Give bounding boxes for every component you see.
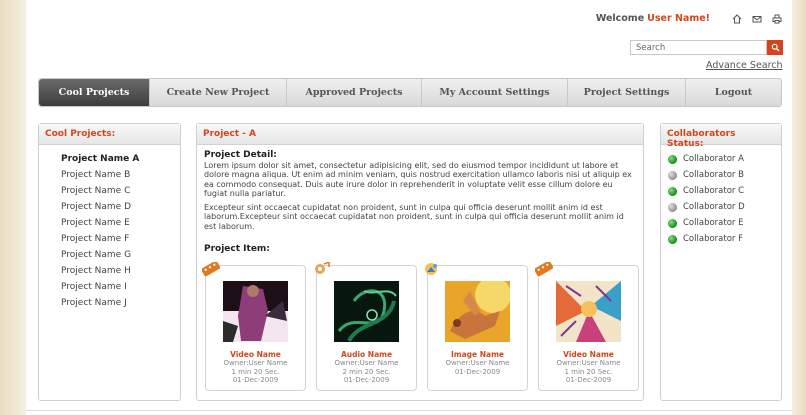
project-item-card[interactable]: Video Name Owner:User Name 1 min 20 Sec.… (535, 262, 639, 391)
collaborator-name: Collaborator F (683, 234, 743, 244)
image-thumbnail[interactable] (445, 281, 510, 342)
collaborator-item[interactable]: Collaborator A (668, 151, 781, 167)
project-item-card[interactable]: Video Name Owner:User Name 1 min 20 Sec.… (202, 262, 306, 391)
project-item-label: Project Item: (204, 244, 270, 254)
print-icon[interactable] (772, 14, 782, 24)
home-icon[interactable] (732, 13, 742, 24)
project-detail-panel: Project - A Project Detail: Lorem ipsum … (196, 123, 644, 401)
project-list-item[interactable]: Project Name C (61, 183, 180, 199)
offline-status-icon (668, 202, 677, 212)
online-status-icon (668, 234, 677, 244)
tab-my-account-settings[interactable]: My Account Settings (422, 79, 568, 106)
project-items: Video Name Owner:User Name 1 min 20 Sec.… (202, 262, 639, 391)
projects-panel: Cool Projects: Project Name A Project Na… (38, 123, 181, 401)
item-duration: 1 min 20 Sec. (564, 367, 613, 376)
item-owner: Owner:User Name (223, 359, 288, 367)
project-list-item[interactable]: Project Name G (61, 247, 180, 263)
tab-cool-projects[interactable]: Cool Projects (39, 79, 150, 106)
project-item-card[interactable]: Audio Name Owner:User Name 2 min 20 Sec.… (315, 262, 417, 391)
video-thumbnail[interactable] (556, 281, 621, 342)
audio-icon (315, 262, 330, 274)
item-name[interactable]: Audio Name (317, 350, 416, 359)
online-status-icon (668, 186, 677, 196)
film-icon (202, 262, 220, 276)
project-list: Project Name A Project Name B Project Na… (39, 145, 180, 311)
collaborator-item[interactable]: Collaborator B (668, 167, 781, 183)
page-background-right (792, 0, 806, 415)
collaborator-list: Collaborator A Collaborator B Collaborat… (661, 145, 781, 247)
project-list-item[interactable]: Project Name H (61, 263, 180, 279)
project-list-item[interactable]: Project Name F (61, 231, 180, 247)
collaborator-name: Collaborator D (683, 202, 745, 212)
item-date: 01-Dec-2009 (565, 376, 612, 384)
user-name[interactable]: User Name! (647, 13, 710, 24)
collaborator-item[interactable]: Collaborator C (668, 183, 781, 199)
online-status-icon (668, 154, 677, 164)
image-icon (425, 263, 437, 275)
projects-panel-title: Cool Projects: (39, 124, 180, 145)
item-meta: Owner:User Name 2 min 20 Sec. 01-Dec-200… (317, 359, 416, 385)
tab-approved-projects[interactable]: Approved Projects (287, 79, 422, 106)
search-input[interactable]: Search (630, 40, 767, 55)
item-owner: Owner:User Name (556, 359, 621, 367)
advanced-search-link[interactable]: Advance Search (706, 60, 783, 71)
item-name[interactable]: Video Name (539, 350, 638, 359)
item-meta: Owner:User Name 1 min 20 Sec. 01-Dec-200… (539, 359, 638, 385)
item-date: 01-Dec-2009 (454, 367, 501, 376)
online-status-icon (668, 218, 677, 228)
collaborator-name: Collaborator E (683, 218, 744, 228)
item-date: 01-Dec-2009 (232, 376, 279, 384)
footer-divider (26, 410, 792, 411)
page-background-left (0, 0, 26, 415)
item-owner: Owner:User Name (445, 359, 510, 367)
item-owner: Owner:User Name (334, 359, 399, 367)
collaborators-panel: Collaborators Status: Collaborator A Col… (660, 123, 782, 401)
project-list-item[interactable]: Project Name D (61, 199, 180, 215)
welcome-bar: Welcome User Name! (596, 13, 782, 24)
project-description-extra: Excepteur sint occaecat cupidatat non pr… (204, 202, 624, 231)
project-list-item[interactable]: Project Name B (61, 167, 180, 183)
mail-icon[interactable] (752, 14, 762, 24)
main-nav: Cool Projects Create New Project Approve… (38, 78, 782, 107)
project-title: Project - A (197, 124, 643, 145)
tab-logout[interactable]: Logout (686, 79, 781, 106)
project-list-item[interactable]: Project Name J (61, 295, 180, 311)
project-detail-body: Project Detail: Lorem ipsum dolor sit am… (197, 145, 643, 261)
item-name[interactable]: Video Name (206, 350, 305, 359)
video-thumbnail[interactable] (223, 281, 288, 342)
collaborator-name: Collaborator B (683, 170, 744, 180)
welcome-text: Welcome (595, 13, 645, 24)
project-item-card[interactable]: Image Name Owner:User Name 01-Dec-2009 (425, 263, 528, 391)
item-name[interactable]: Image Name (428, 350, 527, 359)
tab-project-settings[interactable]: Project Settings (568, 79, 686, 106)
collaborator-item[interactable]: Collaborator D (668, 199, 781, 215)
item-date: 01-Dec-2009 (343, 376, 390, 384)
item-meta: Owner:User Name 1 min 20 Sec. 01-Dec-200… (206, 359, 305, 385)
project-list-item[interactable]: Project Name A (61, 151, 180, 167)
search-icon (771, 43, 779, 52)
collaborators-panel-title: Collaborators Status: (661, 124, 781, 149)
project-detail-label: Project Detail: (204, 150, 277, 160)
item-duration: 2 min 20 Sec. (342, 367, 391, 376)
project-list-item[interactable]: Project Name E (61, 215, 180, 231)
project-list-item[interactable]: Project Name I (61, 279, 180, 295)
audio-thumbnail[interactable] (334, 281, 399, 342)
tab-create-new-project[interactable]: Create New Project (150, 79, 287, 106)
collaborator-item[interactable]: Collaborator F (668, 231, 781, 247)
collaborator-name: Collaborator C (683, 186, 745, 196)
film-icon (535, 262, 553, 276)
offline-status-icon (668, 170, 677, 180)
search-button[interactable] (767, 40, 783, 55)
project-description: Lorem ipsum dolor sit amet, consectetur … (204, 160, 632, 199)
collaborator-item[interactable]: Collaborator E (668, 215, 781, 231)
collaborator-name: Collaborator A (683, 154, 744, 164)
page: Welcome User Name! Search Advance Search… (26, 0, 792, 415)
item-duration: 1 min 20 Sec. (231, 367, 280, 376)
item-meta: Owner:User Name 01-Dec-2009 (428, 359, 527, 376)
